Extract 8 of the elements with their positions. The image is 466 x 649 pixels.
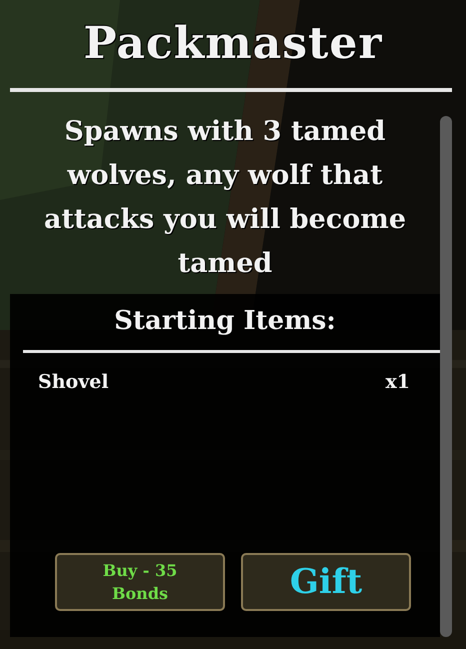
items-heading: Starting Items: [113, 305, 337, 338]
description: Spawns with 3 tamed wolves, any wolf that attacks you will become tamed [42, 115, 408, 281]
buy-button[interactable]: Buy - 35 Bonds [55, 553, 225, 611]
gift-button[interactable]: Gift [241, 553, 411, 611]
item-quantity: x1 [385, 371, 410, 393]
item-name: Shovel [38, 371, 109, 393]
title: Packmaster [82, 17, 384, 71]
scrollbar[interactable] [440, 116, 452, 637]
